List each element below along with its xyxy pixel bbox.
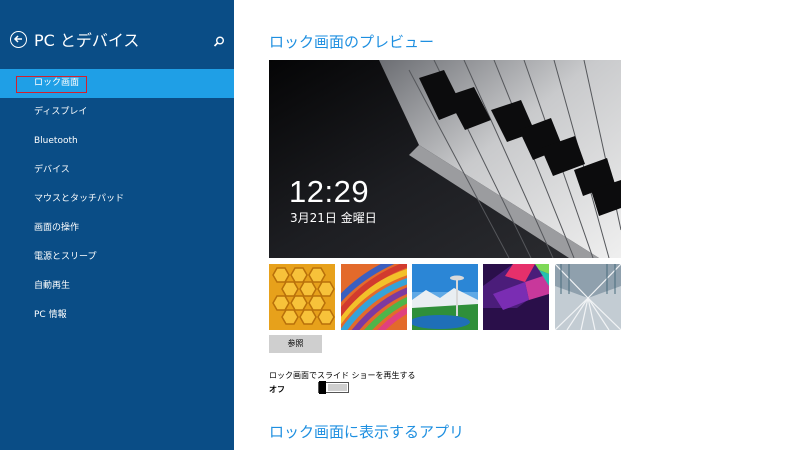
wallpaper-thumbnail-stripes[interactable]: [341, 264, 407, 330]
focus-outline: [16, 76, 87, 93]
sidebar-item-display[interactable]: ディスプレイ: [0, 98, 234, 127]
sidebar-item-bluetooth[interactable]: Bluetooth: [0, 127, 234, 156]
back-arrow-icon[interactable]: [10, 31, 27, 48]
sidebar-title: PC とデバイス: [34, 31, 140, 50]
sidebar-item-lock-screen[interactable]: ロック画面: [0, 69, 234, 98]
wallpaper-thumbnail-space-needle[interactable]: [412, 264, 478, 330]
sidebar-item-label: 自動再生: [34, 281, 71, 291]
sidebar-item-label: Bluetooth: [34, 136, 78, 146]
toggle-thumb: [319, 381, 326, 394]
sidebar-item-mouse-touchpad[interactable]: マウスとタッチパッド: [0, 185, 234, 214]
sidebar-item-pc-info[interactable]: PC 情報: [0, 301, 234, 330]
slideshow-label: ロック画面でスライド ショーを再生する: [269, 371, 416, 380]
sidebar-item-label: マウスとタッチパッド: [34, 194, 125, 204]
wallpaper-thumbnails: [269, 264, 621, 330]
lock-screen-preview: 12:29 3月21日 金曜日: [269, 60, 621, 258]
preview-heading: ロック画面のプレビュー: [269, 33, 435, 51]
piano-wallpaper-image: [269, 60, 621, 258]
sidebar-item-power-sleep[interactable]: 電源とスリープ: [0, 243, 234, 272]
browse-button[interactable]: 参照: [269, 335, 322, 353]
sidebar-item-devices[interactable]: デバイス: [0, 156, 234, 185]
apps-heading: ロック画面に表示するアプリ: [269, 423, 465, 441]
lock-time: 12:29: [289, 174, 370, 209]
wallpaper-thumbnail-geometric[interactable]: [483, 264, 549, 330]
sidebar-item-label: 電源とスリープ: [34, 252, 97, 262]
wallpaper-thumbnail-honeycomb[interactable]: [269, 264, 335, 330]
sidebar: PC とデバイス ロック画面 ディスプレイ Bluetooth デバイス マウス…: [0, 0, 234, 450]
sidebar-item-label: ディスプレイ: [34, 107, 88, 117]
slideshow-state: オフ: [269, 385, 285, 394]
sidebar-header: PC とデバイス: [10, 30, 228, 54]
sidebar-nav: ロック画面 ディスプレイ Bluetooth デバイス マウスとタッチパッド 画…: [0, 69, 234, 330]
sidebar-item-label: デバイス: [34, 165, 70, 175]
main-content: ロック画面のプレビュー 12:29 3月21日 金曜日 参照 ロック画面でスライ…: [234, 0, 800, 450]
lock-date: 3月21日 金曜日: [290, 211, 377, 225]
toggle-track: [328, 384, 347, 391]
sidebar-item-corners-edges[interactable]: 画面の操作: [0, 214, 234, 243]
sidebar-item-label: PC 情報: [34, 310, 67, 320]
sidebar-item-autoplay[interactable]: 自動再生: [0, 272, 234, 301]
sidebar-item-label: 画面の操作: [34, 223, 80, 233]
search-icon[interactable]: [212, 34, 226, 48]
slideshow-toggle[interactable]: [318, 381, 349, 394]
wallpaper-thumbnail-train-tracks[interactable]: [555, 264, 621, 330]
